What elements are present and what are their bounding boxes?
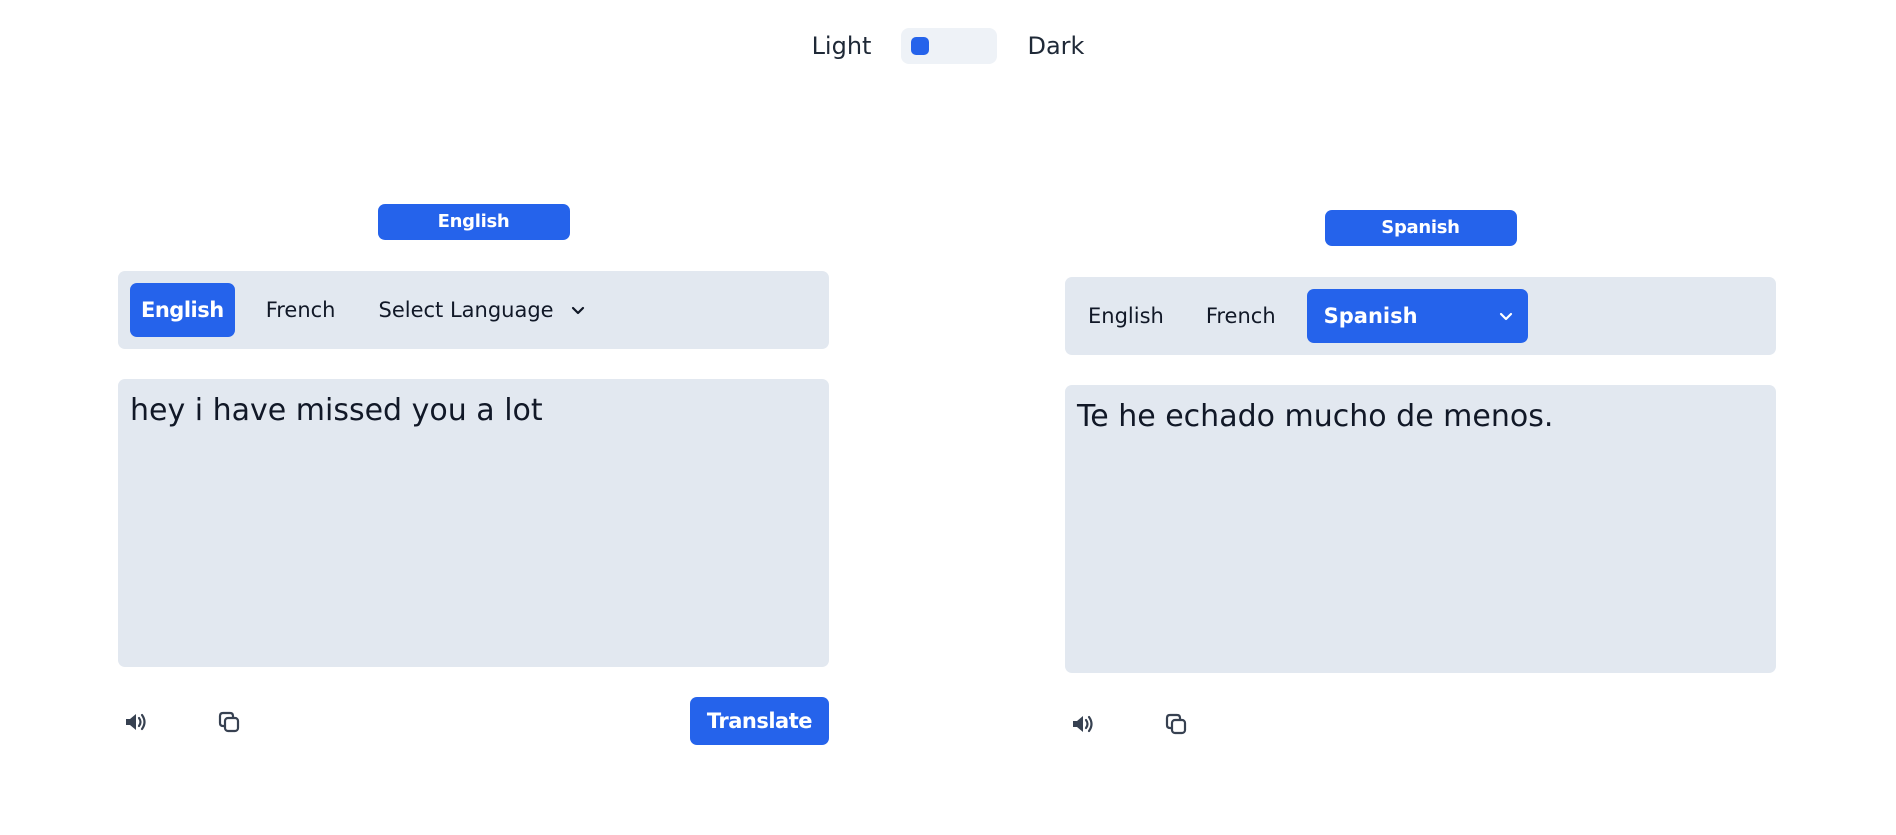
source-tab-english[interactable]: English	[130, 283, 235, 337]
target-tab-english[interactable]: English	[1077, 289, 1175, 343]
target-text-output: Te he echado mucho de menos.	[1077, 399, 1554, 434]
target-panel: Spanish English French Spanish Te he ech…	[1065, 210, 1776, 749]
theme-switch[interactable]	[901, 28, 998, 64]
source-language-select[interactable]: Select Language	[367, 283, 598, 337]
source-tab-french[interactable]: French	[255, 283, 347, 337]
target-text-box: Te he echado mucho de menos.	[1065, 385, 1776, 673]
dark-label: Dark	[1027, 32, 1085, 60]
source-panel: English English French Select Language h…	[118, 204, 829, 747]
source-select-label: Select Language	[378, 298, 554, 322]
source-text-box: hey i have missed you a lot	[118, 379, 829, 667]
copy-icon[interactable]	[214, 707, 244, 737]
target-language-bar: English French Spanish	[1065, 277, 1776, 355]
target-tab-french[interactable]: French	[1195, 289, 1287, 343]
target-language-select[interactable]: Spanish	[1306, 289, 1528, 343]
light-label: Light	[811, 32, 872, 60]
source-text-input[interactable]: hey i have missed you a lot	[130, 393, 817, 653]
theme-toggle: Light Dark	[0, 28, 1896, 64]
speaker-icon[interactable]	[1069, 709, 1099, 739]
theme-switch-knob	[911, 37, 930, 55]
source-actions: Translate	[118, 697, 829, 747]
target-actions	[1065, 699, 1776, 749]
translate-button[interactable]: Translate	[689, 697, 829, 745]
chevron-down-icon	[1499, 312, 1512, 321]
source-language-bar: English French Select Language	[118, 271, 829, 349]
copy-icon[interactable]	[1161, 709, 1191, 739]
target-language-badge: Spanish	[1324, 210, 1517, 246]
chevron-down-icon	[571, 306, 584, 315]
source-language-badge: English	[377, 204, 570, 240]
target-select-label: Spanish	[1323, 304, 1418, 328]
speaker-icon[interactable]	[122, 707, 152, 737]
